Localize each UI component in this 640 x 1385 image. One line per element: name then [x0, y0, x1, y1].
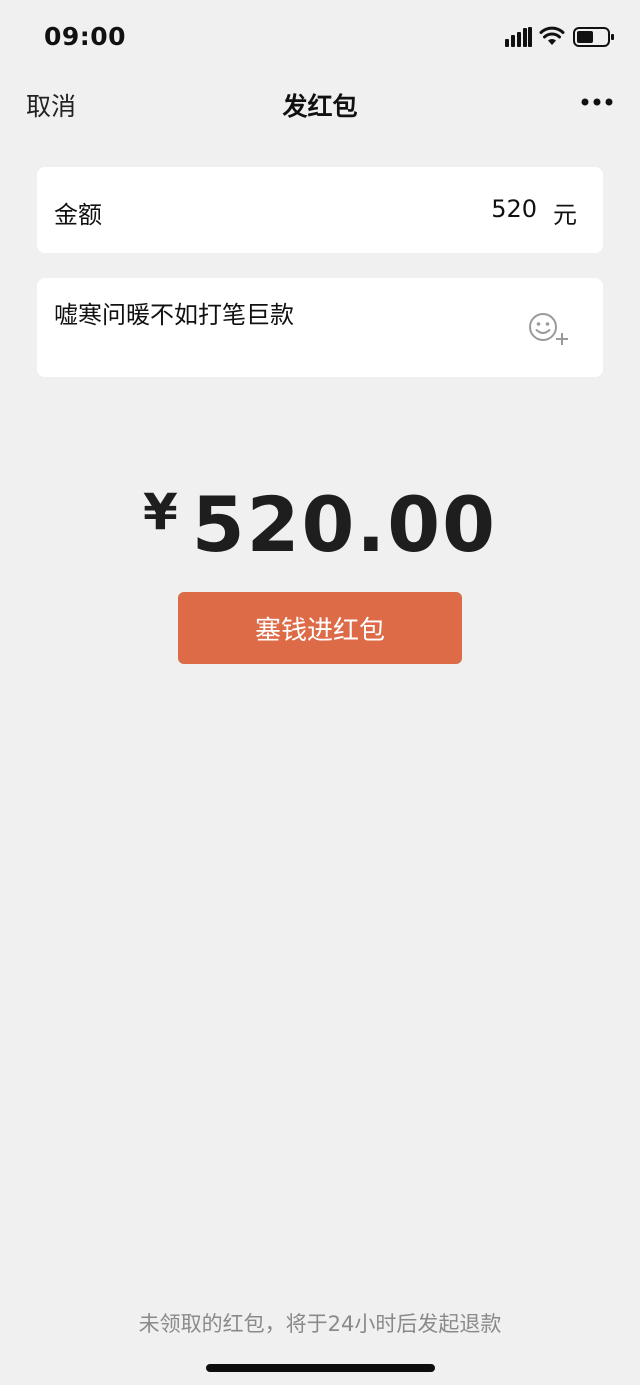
message-card — [37, 278, 603, 377]
amount-input[interactable] — [337, 187, 537, 231]
greeting-message-input[interactable] — [54, 292, 514, 332]
amount-card: 金额 元 — [37, 167, 603, 253]
currency-symbol: ¥ — [142, 483, 178, 541]
more-icon[interactable] — [580, 96, 614, 108]
amount-label: 金额 — [54, 201, 102, 229]
signal-icon — [505, 27, 532, 47]
status-bar: 09:00 — [0, 0, 640, 76]
put-money-button[interactable]: 塞钱进红包 — [178, 592, 462, 664]
status-time: 09:00 — [44, 22, 127, 51]
home-indicator[interactable] — [206, 1364, 435, 1372]
battery-icon — [573, 27, 614, 47]
wifi-icon — [539, 26, 565, 45]
refund-note: 未领取的红包，将于24小时后发起退款 — [138, 1312, 502, 1336]
page-title: 发红包 — [282, 92, 358, 121]
amount-unit: 元 — [553, 201, 577, 229]
total-amount-value: 520.00 — [191, 480, 498, 569]
emoji-add-icon[interactable] — [527, 310, 571, 346]
total-amount: ¥520.00 — [0, 480, 640, 569]
nav-bar: 取消 发红包 — [0, 76, 640, 130]
